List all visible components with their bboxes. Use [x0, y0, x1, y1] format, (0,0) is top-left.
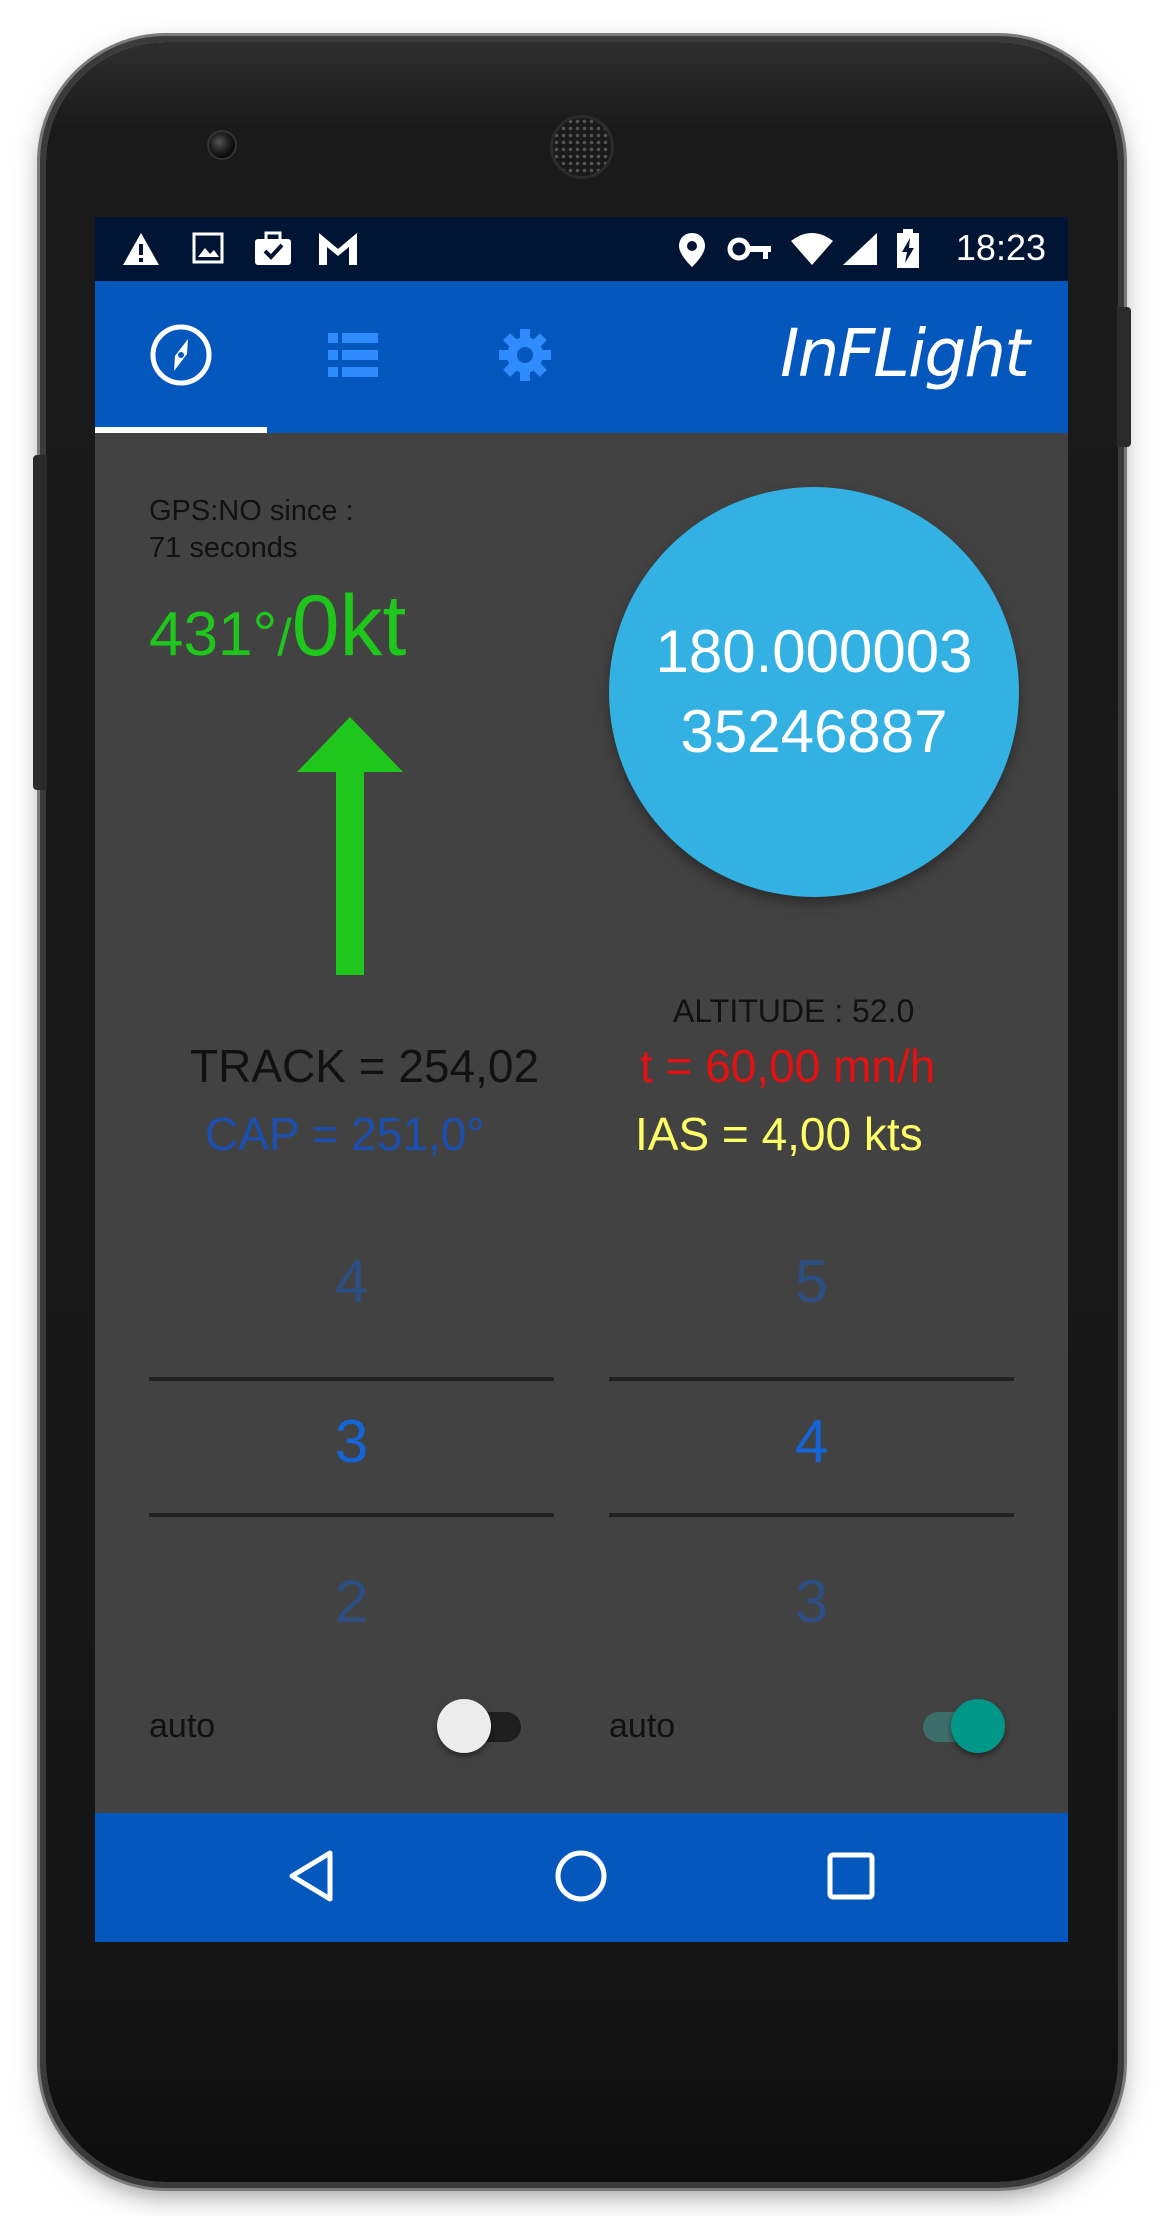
image-icon [191, 231, 225, 270]
recents-icon [825, 1850, 877, 1907]
picker-value-selected[interactable]: 4 [609, 1407, 1014, 1476]
wifi-icon [789, 231, 835, 272]
recents-button[interactable] [811, 1843, 891, 1913]
auto-switch-right[interactable] [915, 1699, 1005, 1753]
auto-label-right: auto [609, 1707, 676, 1745]
earpiece-speaker [550, 115, 614, 179]
home-button[interactable] [541, 1843, 621, 1913]
warning-icon [121, 231, 161, 272]
auto-switch-left[interactable] [437, 1699, 527, 1753]
gear-icon [497, 327, 553, 388]
power-button [1117, 307, 1131, 447]
switch-thumb [951, 1699, 1005, 1753]
back-icon [286, 1849, 336, 1908]
phone-screen: 18:23 InFLight GPS:NO since: 71 seconds… [95, 217, 1068, 1942]
picker-divider [609, 1513, 1014, 1517]
auto-label-left: auto [149, 1707, 216, 1745]
app-logo: InFLight [780, 315, 1030, 392]
tab-settings[interactable] [439, 281, 611, 433]
compass-icon [148, 322, 214, 393]
home-icon [553, 1848, 609, 1909]
gmail-icon [317, 231, 359, 272]
battery-charging-icon [895, 229, 921, 274]
status-time: 18:23 [955, 227, 1046, 268]
heading-arrow-icon [295, 717, 405, 982]
coordinates-line-2: 35246887 [680, 698, 948, 765]
back-button[interactable] [271, 1843, 351, 1913]
coordinates-button[interactable]: 180.000003 35246887 [609, 487, 1019, 897]
track-readout: TRACK = 254,02 [190, 1040, 540, 1092]
number-picker-left[interactable]: 4 3 [149, 1227, 554, 1557]
picker-value-below[interactable]: 3 [609, 1567, 1014, 1636]
picker-value-above[interactable]: 5 [609, 1247, 1014, 1316]
ground-speed-value: 0kt [291, 578, 407, 674]
tab-compass[interactable] [95, 281, 267, 433]
list-icon [328, 332, 378, 382]
gps-status: GPS:NO since : 71 seconds [149, 495, 354, 564]
selected-tab-indicator [95, 427, 267, 433]
navigation-bar [95, 1813, 1068, 1942]
heading-value: 431° [149, 600, 278, 669]
volume-button [33, 455, 47, 790]
picker-value-selected[interactable]: 3 [149, 1407, 554, 1476]
vpn-key-icon [727, 235, 773, 268]
heading-speed-readout: 431°/0kt [149, 577, 406, 676]
picker-divider [149, 1377, 554, 1381]
heading-speed-separator: / [277, 609, 292, 667]
cap-readout: CAP = 251,0° [205, 1108, 485, 1160]
switch-thumb [437, 1699, 491, 1753]
cellular-signal-icon [841, 231, 879, 272]
picker-value-above[interactable]: 4 [149, 1247, 554, 1316]
picker-value-below[interactable]: 2 [149, 1567, 554, 1636]
altitude-readout: ALTITUDE : 52.0 [673, 993, 915, 1029]
location-pin-icon [677, 231, 707, 274]
app-bar: InFLight [95, 281, 1068, 433]
front-camera [207, 130, 237, 160]
rate-readout: t = 60,00 mn/h [640, 1040, 936, 1092]
ias-readout: IAS = 4,00 kts [635, 1108, 923, 1160]
tab-list[interactable] [267, 281, 439, 433]
status-bar: 18:23 [95, 217, 1068, 281]
coordinates-line-1: 180.000003 [655, 618, 973, 685]
picker-divider [149, 1513, 554, 1517]
briefcase-check-icon [253, 231, 293, 272]
picker-divider [609, 1377, 1014, 1381]
number-picker-right[interactable]: 5 4 [609, 1227, 1014, 1557]
